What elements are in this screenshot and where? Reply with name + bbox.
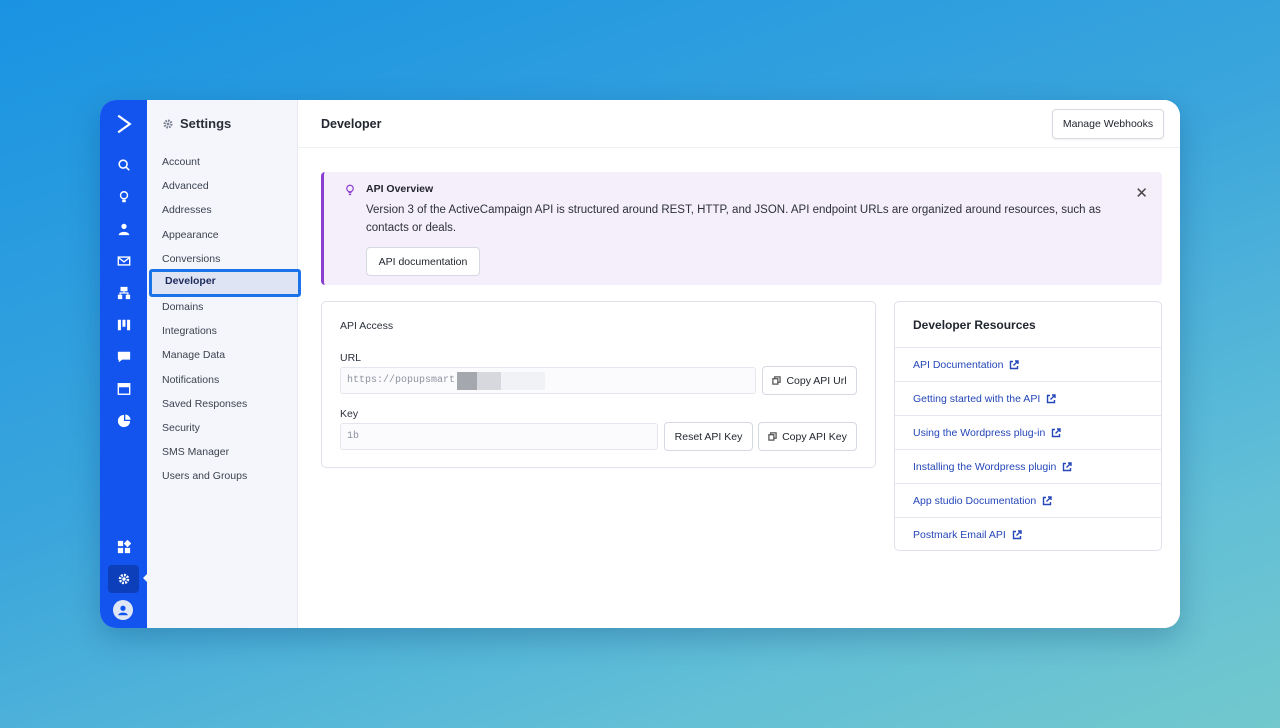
url-value: https://popupsmart (347, 375, 456, 386)
automations-icon[interactable] (100, 279, 147, 307)
copy-icon (772, 376, 782, 385)
resource-link-wordpress-plugin[interactable]: Using the Wordpress plug-in (895, 416, 1161, 450)
lightbulb-icon[interactable] (100, 183, 147, 211)
app-window: Settings Account Advanced Addresses Appe… (100, 100, 1180, 628)
sidebar-item-domains[interactable]: Domains (147, 295, 298, 319)
settings-icon[interactable] (108, 565, 139, 593)
resource-link-app-studio[interactable]: App studio Documentation (895, 484, 1161, 518)
external-link-icon (1012, 530, 1022, 540)
contacts-icon[interactable] (100, 215, 147, 243)
sidebar-item-manage-data[interactable]: Manage Data (147, 343, 298, 367)
sidebar-item-account[interactable]: Account (147, 150, 298, 174)
resource-link-label: App studio Documentation (913, 494, 1037, 507)
sidebar-item-integrations[interactable]: Integrations (147, 319, 298, 343)
resource-link-label: Using the Wordpress plug-in (913, 426, 1046, 439)
external-link-icon (1052, 427, 1061, 437)
sidebar-item-addresses[interactable]: Addresses (147, 198, 298, 222)
search-icon[interactable] (100, 151, 147, 179)
copy-api-url-label: Copy API Url (786, 374, 847, 387)
api-access-title: API Access (340, 320, 394, 332)
lightbulb-icon (346, 184, 354, 196)
copy-icon (768, 432, 777, 441)
sidebar-item-saved-responses[interactable]: Saved Responses (147, 392, 298, 416)
resource-link-label: Getting started with the API (913, 392, 1041, 405)
resource-link-label: Installing the Wordpress plugin (913, 460, 1057, 473)
sidebar-header: Settings (162, 116, 231, 131)
developer-resources-card: Developer Resources API Documentation Ge… (894, 301, 1162, 551)
sidebar-item-advanced[interactable]: Advanced (147, 174, 298, 198)
sidebar-title: Settings (180, 116, 232, 131)
resource-link-label: API Documentation (913, 358, 1004, 371)
external-link-icon (1063, 461, 1073, 471)
banner-text: Version 3 of the ActiveCampaign API is s… (366, 204, 1101, 234)
key-label: Key (340, 408, 359, 420)
sidebar-item-sms-manager[interactable]: SMS Manager (147, 440, 298, 464)
copy-api-key-label: Copy API Key (782, 430, 847, 443)
icon-rail (100, 100, 148, 628)
gear-icon (163, 119, 173, 128)
api-overview-banner: API Overview Version 3 of the ActiveCamp… (321, 172, 1162, 285)
api-documentation-button[interactable]: API documentation (366, 247, 480, 276)
resource-link-api-documentation[interactable]: API Documentation (895, 348, 1161, 382)
page-title: Developer (321, 116, 382, 131)
resource-link-getting-started[interactable]: Getting started with the API (895, 382, 1161, 416)
external-link-icon (1010, 359, 1020, 369)
logo-icon[interactable] (100, 110, 147, 138)
resource-link-label: Postmark Email API (913, 529, 1006, 541)
sidebar-item-users-and-groups[interactable]: Users and Groups (147, 464, 298, 488)
page-header: Developer Manage Webhooks (298, 100, 1180, 148)
url-field[interactable]: https://popupsmart (340, 367, 756, 394)
url-label: URL (340, 352, 362, 364)
main-content: Developer Manage Webhooks API Overview V… (298, 100, 1180, 628)
resources-title: Developer Resources (895, 302, 1161, 348)
banner-title: API Overview (366, 183, 434, 195)
copy-api-key-button[interactable]: Copy API Key (758, 422, 857, 451)
redacted-block (457, 371, 478, 390)
resource-link-installing-wordpress[interactable]: Installing the Wordpress plugin (895, 450, 1161, 484)
settings-sidebar: Settings Account Advanced Addresses Appe… (147, 100, 301, 628)
reports-icon[interactable] (100, 407, 147, 435)
sidebar-item-appearance[interactable]: Appearance (147, 223, 298, 247)
sidebar-item-security[interactable]: Security (147, 416, 298, 440)
close-icon[interactable]: ✕ (1135, 184, 1148, 202)
apps-icon[interactable] (100, 533, 147, 561)
sidebar-list: Account Advanced Addresses Appearance Co… (147, 150, 301, 488)
avatar[interactable] (113, 600, 133, 620)
redacted-block (477, 371, 502, 390)
redacted-block (501, 371, 546, 390)
sidebar-item-developer[interactable]: Developer (149, 268, 301, 297)
calendar-icon[interactable] (100, 375, 147, 403)
reset-api-key-button[interactable]: Reset API Key (664, 422, 753, 451)
resource-link-postmark[interactable]: Postmark Email API (895, 518, 1161, 552)
copy-api-url-button[interactable]: Copy API Url (762, 366, 857, 395)
external-link-icon (1047, 393, 1056, 403)
email-icon[interactable] (100, 247, 147, 275)
deals-icon[interactable] (100, 311, 147, 339)
manage-webhooks-button[interactable]: Manage Webhooks (1052, 108, 1164, 139)
external-link-icon (1042, 495, 1052, 505)
api-access-card: API Access URL https://popupsmart Copy A… (321, 301, 876, 468)
key-field[interactable]: 1b (340, 423, 658, 450)
sidebar-item-conversions[interactable]: Conversions (147, 247, 298, 271)
key-value: 1b (347, 431, 360, 442)
sidebar-item-notifications[interactable]: Notifications (147, 368, 298, 392)
conversations-icon[interactable] (100, 343, 147, 371)
